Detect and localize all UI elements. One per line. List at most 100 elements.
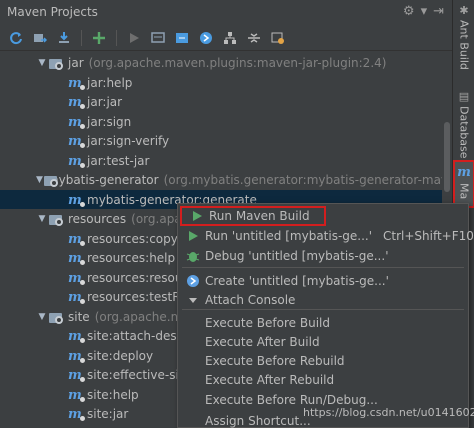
tree-goal-node[interactable]: m jar:sign xyxy=(0,112,442,131)
menu-separator xyxy=(182,309,464,310)
expand-arrow-icon[interactable]: ▼ xyxy=(36,312,48,322)
dropdown-icon[interactable]: ▾ xyxy=(421,4,428,19)
settings-icon[interactable] xyxy=(268,28,288,48)
title-actions: ⚙ ▾ ⇥ xyxy=(403,4,444,19)
menu-item[interactable]: Run Maven Build xyxy=(180,206,326,226)
tree-node-label: site:jar xyxy=(87,406,129,421)
maven-goal-icon: m xyxy=(68,289,85,305)
tree-node-label: resources:help xyxy=(87,250,176,265)
context-menu: Run Maven Build Run 'untitled [mybatis-ge… xyxy=(177,203,474,428)
tree-node-label: jar:sign-verify xyxy=(87,133,170,148)
panel-titlebar: Maven Projects ⚙ ▾ ⇥ xyxy=(0,0,452,24)
settings-gear-icon[interactable]: ⚙ xyxy=(403,4,415,19)
menu-item[interactable]: Execute After Build xyxy=(178,332,468,352)
maven-goal-icon: m xyxy=(68,250,85,266)
maven-goal-icon: m xyxy=(68,406,85,422)
menu-item-label: Execute Before Rebuild xyxy=(205,354,345,368)
execute-goal-icon[interactable] xyxy=(148,28,168,48)
tree-node-label: jar:jar xyxy=(87,94,123,109)
toolbar-separator xyxy=(81,29,82,46)
play-icon xyxy=(189,208,205,224)
menu-separator xyxy=(182,267,464,268)
tree-node-label: jar:test-jar xyxy=(87,153,150,168)
menu-item-label: Execute After Build xyxy=(205,335,320,349)
tree-plugin-node[interactable]: ▼ mybatis-generator (org.mybatis.generator… xyxy=(0,170,442,189)
tree-goal-node[interactable]: m jar:sign-verify xyxy=(0,131,442,150)
tree-plugin-node[interactable]: ▼ jar (org.apache.maven.plugins:maven-jar-… xyxy=(0,53,442,72)
dependencies-icon[interactable] xyxy=(220,28,240,48)
collapse-all-icon[interactable] xyxy=(244,28,264,48)
tab-maven-label: Ma xyxy=(457,183,471,200)
tree-node-label: mybatis-generator xyxy=(46,172,159,187)
tree-goal-node[interactable]: m jar:help xyxy=(0,73,442,92)
maven-goal-icon: m xyxy=(68,387,85,403)
menu-item-spacer xyxy=(185,372,201,388)
maven-goal-icon: m xyxy=(68,192,85,208)
ant-icon: ✱ xyxy=(459,4,469,17)
debug-icon xyxy=(185,248,201,264)
menu-item[interactable]: Run 'untitled [mybatis-ge...' Ctrl+Shift+… xyxy=(178,226,474,246)
menu-item-label: Debug 'untitled [mybatis-ge...' xyxy=(205,249,389,263)
tree-node-label: site:effective-site xyxy=(87,367,191,382)
maven-goal-icon: m xyxy=(68,133,85,149)
tree-goal-node[interactable]: m jar:jar xyxy=(0,92,442,111)
download-icon[interactable] xyxy=(54,28,74,48)
maven-goal-icon: m xyxy=(68,75,85,91)
menu-item[interactable]: Execute Before Build xyxy=(178,313,468,333)
tree-goal-node[interactable]: m jar:test-jar xyxy=(0,151,442,170)
hide-panel-icon[interactable]: ⇥ xyxy=(433,4,444,19)
menu-item[interactable]: Debug 'untitled [mybatis-ge...' xyxy=(178,246,468,266)
plugin-folder-icon xyxy=(48,212,64,226)
tab-database[interactable]: ▤ Database xyxy=(453,90,474,159)
maven-goal-icon: m xyxy=(68,153,85,169)
menu-item-shortcut: Ctrl+Shift+F10 xyxy=(383,229,474,243)
refresh-icon[interactable] xyxy=(6,28,26,48)
tab-ant-build[interactable]: ✱ Ant Build xyxy=(453,4,474,70)
skip-tests-icon[interactable] xyxy=(196,28,216,48)
database-icon: ▤ xyxy=(458,90,470,103)
menu-item[interactable]: Execute After Rebuild xyxy=(178,370,468,390)
expand-arrow-icon[interactable]: ▼ xyxy=(36,58,48,68)
attach-icon xyxy=(185,292,201,308)
tree-node-coordinates: (org.mybatis.generator:mybatis-generator… xyxy=(163,172,442,187)
create-config-icon xyxy=(185,273,201,289)
menu-item-label: Attach Console xyxy=(205,293,296,307)
menu-item[interactable]: Execute Before Rebuild xyxy=(178,351,468,371)
maven-goal-icon: m xyxy=(68,328,85,344)
maven-goal-icon: m xyxy=(68,231,85,247)
tab-database-label: Database xyxy=(457,106,471,159)
run-icon[interactable] xyxy=(124,28,144,48)
add-icon[interactable] xyxy=(89,28,109,48)
maven-goal-icon: m xyxy=(68,94,85,110)
menu-item-label: Execute After Rebuild xyxy=(205,373,335,387)
expand-arrow-icon[interactable]: ▼ xyxy=(36,175,43,185)
tab-ant-build-label: Ant Build xyxy=(457,20,471,70)
menu-item-label: Execute Before Build xyxy=(205,316,330,330)
maven-goal-icon: m xyxy=(68,114,85,130)
menu-item[interactable]: Create 'untitled [mybatis-ge...' xyxy=(178,271,468,291)
tree-node-label: site:help xyxy=(87,387,139,402)
tree-node-label: jar:help xyxy=(87,75,133,90)
import-icon[interactable] xyxy=(30,28,50,48)
menu-item-spacer xyxy=(185,315,201,331)
tree-node-label: site xyxy=(68,309,90,324)
tree-node-label: site:attach-descri xyxy=(87,328,192,343)
menu-item-spacer xyxy=(185,413,201,428)
expand-arrow-icon[interactable]: ▼ xyxy=(36,214,48,224)
menu-item[interactable]: Attach Console xyxy=(178,290,468,310)
plugin-folder-icon xyxy=(48,310,64,324)
menu-item-label: Run Maven Build xyxy=(209,209,310,223)
toolbar-separator xyxy=(116,29,117,46)
scrollbar-thumb[interactable] xyxy=(444,122,450,192)
menu-item-label: Execute Before Run/Debug... xyxy=(205,393,378,407)
menu-item-label: Create 'untitled [mybatis-ge...' xyxy=(205,274,389,288)
menu-item-label: Assign Shortcut... xyxy=(205,414,311,428)
menu-item-spacer xyxy=(185,334,201,350)
tree-node-label: jar:sign xyxy=(87,114,132,129)
menu-item-spacer xyxy=(185,392,201,408)
toggle-offline-icon[interactable] xyxy=(172,28,192,48)
maven-goal-icon: m xyxy=(68,367,85,383)
watermark-url: https://blog.csdn.net/u014160286 xyxy=(303,406,474,419)
tree-node-coordinates: (org.apache.maven.plugins:maven-jar-plug… xyxy=(88,55,387,70)
tab-maven-projects[interactable]: m Ma xyxy=(453,160,474,208)
